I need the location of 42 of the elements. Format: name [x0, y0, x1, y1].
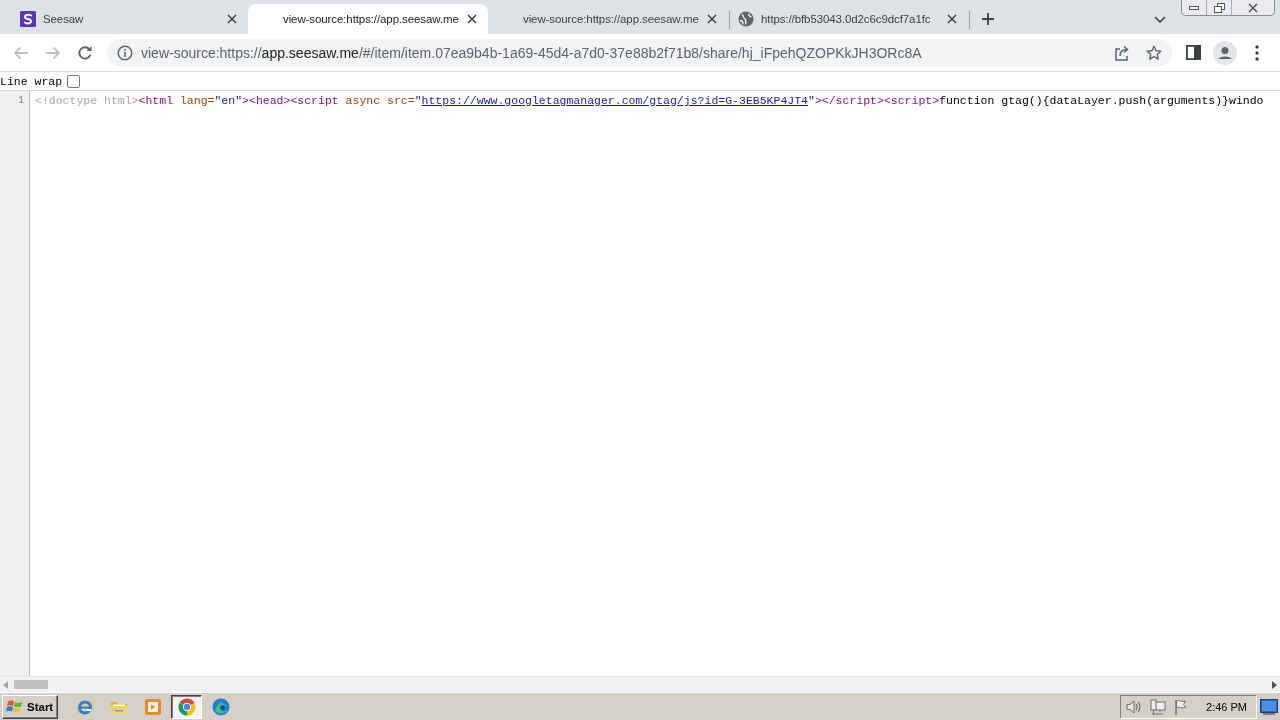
- clock-time[interactable]: 2:46 PM: [1206, 700, 1247, 713]
- logo-icon: [20, 11, 36, 27]
- browser-tab[interactable]: https://bfb53043.0d2c6c9dcf7a1fc: [728, 4, 968, 34]
- browser-tab[interactable]: Seesaw: [8, 4, 248, 34]
- plus-icon[interactable]: [981, 12, 995, 26]
- media-player-icon: [143, 697, 162, 716]
- minimize-icon: [1189, 5, 1199, 10]
- profile-icon[interactable]: [1213, 40, 1237, 65]
- caret-icon[interactable]: [1154, 16, 1166, 23]
- menu-icon[interactable]: [1255, 44, 1259, 61]
- share-icon[interactable]: [1114, 44, 1130, 61]
- close-icon[interactable]: [707, 14, 717, 24]
- restore-icon: [1213, 2, 1225, 13]
- start-button[interactable]: Start: [2, 694, 59, 719]
- address-bar[interactable]: view-source:https://app.seesaw.me/#/item/item.07ea9b4b-1a69-45d4-a7d0-37e88b2f71b8/share/hj_iFpehQZOPKkJH3ORc8A: [107, 38, 1172, 67]
- source-link[interactable]: https://www.googletagmanager.com/gtag/js?id=G-3EB5KP4JT4: [421, 94, 808, 107]
- info-icon[interactable]: [117, 44, 133, 61]
- flag-icon[interactable]: [1174, 698, 1189, 715]
- close-icon[interactable]: [947, 14, 957, 24]
- star-icon[interactable]: [1146, 44, 1162, 61]
- taskbar-button[interactable]: [171, 694, 203, 719]
- line-number: 1: [17, 94, 25, 108]
- speaker-icon[interactable]: [1126, 698, 1143, 715]
- network-icon[interactable]: [1150, 698, 1167, 715]
- reload-icon[interactable]: [77, 44, 93, 61]
- scrollbar-thumb[interactable]: [14, 680, 48, 689]
- browser-tab[interactable]: view-source:https://app.seesaw.me: [248, 4, 488, 34]
- line-wrap-label: Line wrap: [0, 74, 63, 88]
- browser-icon: [177, 697, 196, 716]
- windows-flag-icon: [6, 698, 24, 715]
- right-arrow-icon[interactable]: [1272, 680, 1277, 689]
- source-code-line: <!doctype html><html lang="en"><head><script async src="https://www.googletagmanager.com/gtag/js?id=G-3EB5KP4JT4"></script><script>function gtag(){dataLayer.push(arguments)}windo: [35, 94, 1265, 108]
- swirl-browser-icon: [211, 697, 230, 716]
- close-icon[interactable]: [227, 14, 237, 24]
- horizontal-scrollbar[interactable]: [0, 676, 1280, 692]
- line-wrap-checkbox[interactable]: [67, 74, 81, 88]
- monitor-icon[interactable]: [1260, 698, 1278, 715]
- close-icon: [1248, 2, 1258, 13]
- globe-icon: [738, 11, 754, 27]
- browser-tab[interactable]: view-source:https://app.seesaw.me: [488, 4, 728, 34]
- side-panel-icon[interactable]: [1185, 45, 1201, 60]
- close-icon[interactable]: [467, 14, 477, 24]
